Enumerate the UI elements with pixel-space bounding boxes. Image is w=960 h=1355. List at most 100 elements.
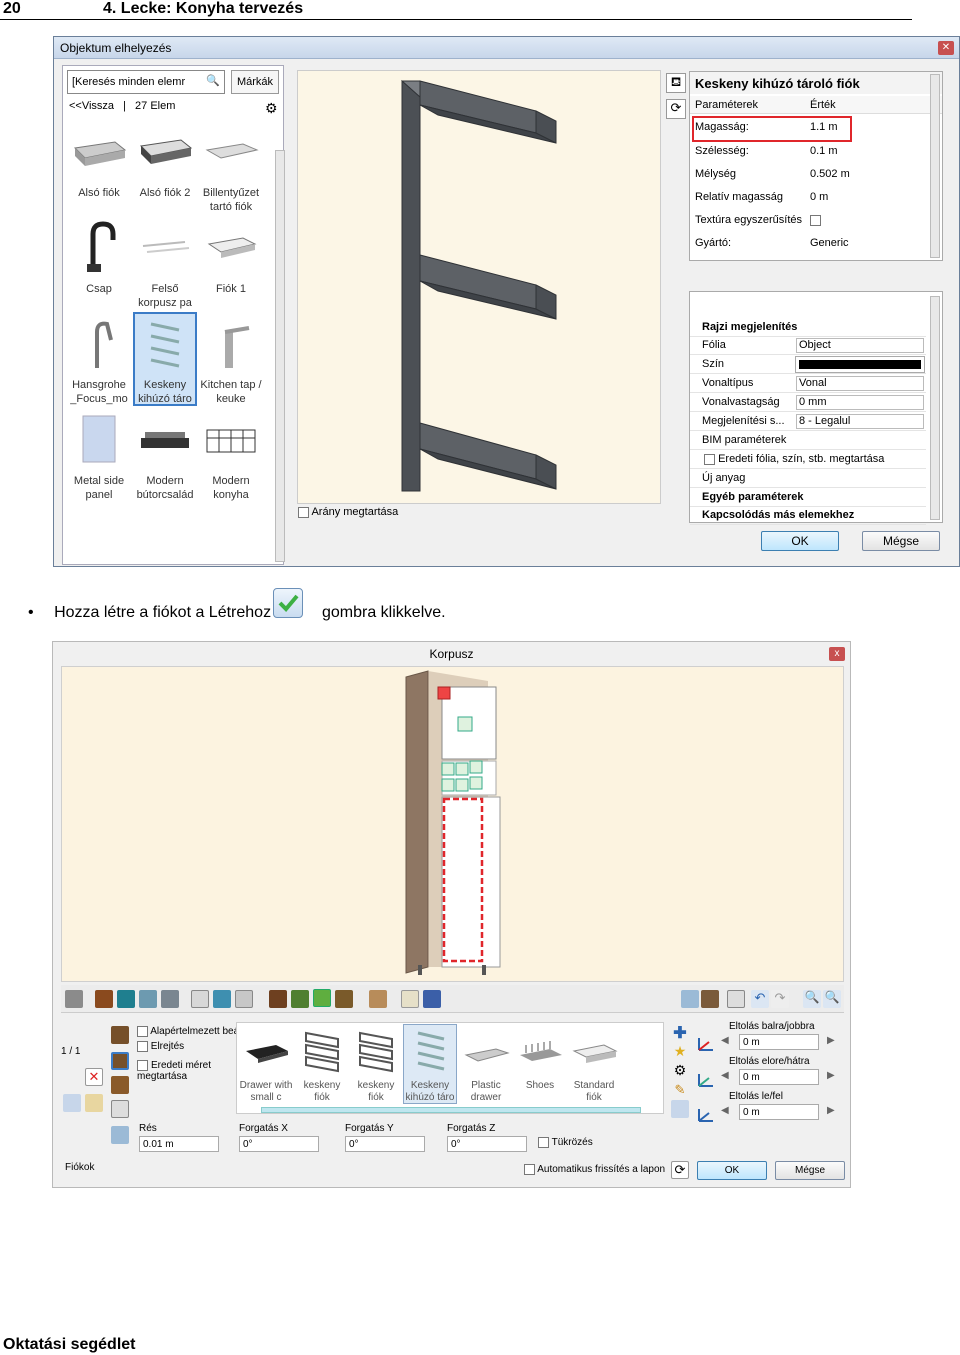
arrow-left-icon[interactable]: ◀ xyxy=(721,1070,729,1081)
hide-checkbox[interactable]: Elrejtés xyxy=(137,1041,184,1052)
plus-icon[interactable]: ✚ xyxy=(671,1023,689,1042)
ok-button[interactable]: OK xyxy=(697,1161,767,1180)
list-item[interactable]: Kitchen tap / keuke xyxy=(199,314,263,408)
list-item[interactable]: Modern konyha xyxy=(199,410,263,504)
shift-ud-field[interactable]: 0 m xyxy=(739,1104,819,1120)
list-item[interactable]: Billentyűzet tartó fiók xyxy=(199,122,263,216)
arrow-left-icon[interactable]: ◀ xyxy=(721,1035,729,1046)
box-outline-icon[interactable] xyxy=(191,990,209,1008)
gear-icon[interactable]: ⚙ xyxy=(265,100,278,117)
attr-row-color[interactable]: Szín xyxy=(690,355,926,374)
drawer-front-icon[interactable] xyxy=(111,1076,129,1094)
list-item[interactable]: Drawer with small c xyxy=(239,1025,293,1105)
ok-button[interactable]: OK xyxy=(761,531,839,551)
keep-ratio-checkbox[interactable]: Arány megtartása xyxy=(298,506,398,518)
save-icon[interactable] xyxy=(671,1100,689,1118)
preview-viewport[interactable] xyxy=(297,70,661,504)
copy-icon[interactable] xyxy=(63,1094,81,1112)
close-icon[interactable]: x xyxy=(829,647,845,661)
rot-y-field[interactable]: 0° xyxy=(345,1136,425,1152)
gap-field[interactable]: 0.01 m xyxy=(139,1136,219,1152)
attr-row-layer[interactable]: Fólia Object xyxy=(690,336,926,355)
list-item[interactable]: Metal side panel xyxy=(67,410,131,504)
object-icon[interactable] xyxy=(701,990,719,1008)
undo-icon[interactable]: ↶ xyxy=(751,990,769,1008)
box-blue-icon[interactable] xyxy=(139,990,157,1008)
search-input[interactable]: [Keresés minden elemr 🔍 xyxy=(67,70,225,94)
cancel-button[interactable]: Mégse xyxy=(862,531,940,551)
property-row-relative-height[interactable]: Relatív magasság 0 m xyxy=(690,186,942,209)
cabinet-icon[interactable] xyxy=(65,990,83,1008)
star-icon[interactable]: ★ xyxy=(671,1043,689,1061)
list-item[interactable]: Csap xyxy=(67,218,131,312)
list-item[interactable]: Alsó fiók xyxy=(67,122,131,216)
rot-x-field[interactable]: 0° xyxy=(239,1136,319,1152)
add-door-icon[interactable] xyxy=(269,990,287,1008)
shift-lr-field[interactable]: 0 m xyxy=(739,1034,819,1050)
add-drawer-icon[interactable] xyxy=(313,989,331,1007)
delete-icon[interactable]: ✕ xyxy=(85,1068,103,1086)
section-drawing-display[interactable]: Rajzi megjelenítés xyxy=(690,318,926,337)
list-item[interactable]: keskeny fiók xyxy=(349,1025,403,1105)
attr-row-display-order[interactable]: Megjelenítési s... 8 - Legalul xyxy=(690,412,926,431)
attr-row-linetype[interactable]: Vonaltípus Vonal xyxy=(690,374,926,393)
pencil-icon[interactable]: ✎ xyxy=(671,1082,689,1100)
list-item[interactable]: Modern bútorcsalád xyxy=(133,410,197,504)
paste-icon[interactable] xyxy=(85,1094,103,1112)
library-scrollbar[interactable] xyxy=(275,150,285,562)
list-item[interactable]: Felső korpusz pa xyxy=(133,218,197,312)
new-material-row[interactable]: Új anyag xyxy=(690,469,926,488)
list-item[interactable]: Standard fiók xyxy=(567,1025,621,1105)
default-settings-checkbox[interactable]: Alapértelmezett beáll xyxy=(137,1026,244,1037)
back-link[interactable]: <<Vissza xyxy=(69,100,114,112)
rot-z-field[interactable]: 0° xyxy=(447,1136,527,1152)
paint-bucket-icon[interactable]: ⛾ xyxy=(666,73,686,93)
keep-original-checkbox[interactable]: Eredeti fólia, szín, stb. megtartása xyxy=(690,450,926,469)
property-row-width[interactable]: Szélesség: 0.1 m xyxy=(690,140,942,163)
brands-button[interactable]: Márkák xyxy=(231,70,279,94)
move-icon[interactable] xyxy=(681,990,699,1008)
zoom-out-icon[interactable]: 🔍 xyxy=(823,990,841,1008)
property-row-texture[interactable]: Textúra egyszerűsítés xyxy=(690,209,942,232)
drawer-type-icon[interactable] xyxy=(111,1026,129,1044)
properties-scrollbar[interactable] xyxy=(930,74,940,258)
gear-icon[interactable]: ⚙ xyxy=(671,1062,689,1080)
library-h-scrollbar[interactable] xyxy=(261,1107,641,1113)
list-item[interactable]: Shoes xyxy=(513,1025,567,1105)
box-brown-icon[interactable] xyxy=(95,990,113,1008)
section-connections[interactable]: Kapcsolódás más elemekhez xyxy=(690,506,926,525)
drawer-type-selected-icon[interactable] xyxy=(111,1052,129,1070)
handle-icon[interactable] xyxy=(111,1100,129,1118)
pencil-icon[interactable] xyxy=(401,990,419,1008)
arrow-right-icon[interactable]: ▶ xyxy=(827,1035,835,1046)
color-swatch[interactable] xyxy=(795,356,925,373)
zoom-in-icon[interactable]: 🔍 xyxy=(803,990,821,1008)
attributes-scrollbar[interactable] xyxy=(930,296,940,520)
property-row-height[interactable]: Magasság: 1.1 m xyxy=(690,116,942,142)
dimension-icon[interactable] xyxy=(369,990,387,1008)
save-icon[interactable] xyxy=(423,990,441,1008)
attr-row-bim[interactable]: BIM paraméterek xyxy=(690,431,926,450)
add-accessory-icon[interactable] xyxy=(335,990,353,1008)
texture-checkbox[interactable] xyxy=(810,214,821,226)
list-item-selected[interactable]: Keskeny kihúzó táro xyxy=(403,1024,457,1104)
mirror-checkbox[interactable]: Tükrözés xyxy=(538,1137,593,1148)
corpus-viewport[interactable] xyxy=(61,666,844,982)
redo-icon[interactable]: ↷ xyxy=(771,990,789,1008)
tab-drawers[interactable]: Fiókok xyxy=(65,1162,94,1173)
arrow-right-icon[interactable]: ▶ xyxy=(827,1070,835,1081)
refresh-icon[interactable]: ⟳ xyxy=(666,99,686,119)
attr-row-lineweight[interactable]: Vonalvastagság 0 mm xyxy=(690,393,926,412)
box-open-icon[interactable] xyxy=(213,990,231,1008)
refresh-icon[interactable]: ⟳ xyxy=(671,1161,689,1179)
section-other-params[interactable]: Egyéb paraméterek xyxy=(690,488,926,507)
box-gray-icon[interactable] xyxy=(161,990,179,1008)
auto-refresh-checkbox[interactable]: Automatikus frissítés a lapon xyxy=(524,1164,665,1175)
keep-size-checkbox[interactable]: Eredeti méret megtartása xyxy=(137,1060,233,1082)
property-row-manufacturer[interactable]: Gyártó: Generic xyxy=(690,232,942,260)
close-icon[interactable]: ✕ xyxy=(938,41,954,55)
copy-icon[interactable] xyxy=(727,990,745,1008)
list-item-selected[interactable]: Keskeny kihúzó táro xyxy=(133,312,197,406)
list-item[interactable]: keskeny fiók xyxy=(295,1025,349,1105)
cancel-button[interactable]: Mégse xyxy=(775,1161,845,1180)
